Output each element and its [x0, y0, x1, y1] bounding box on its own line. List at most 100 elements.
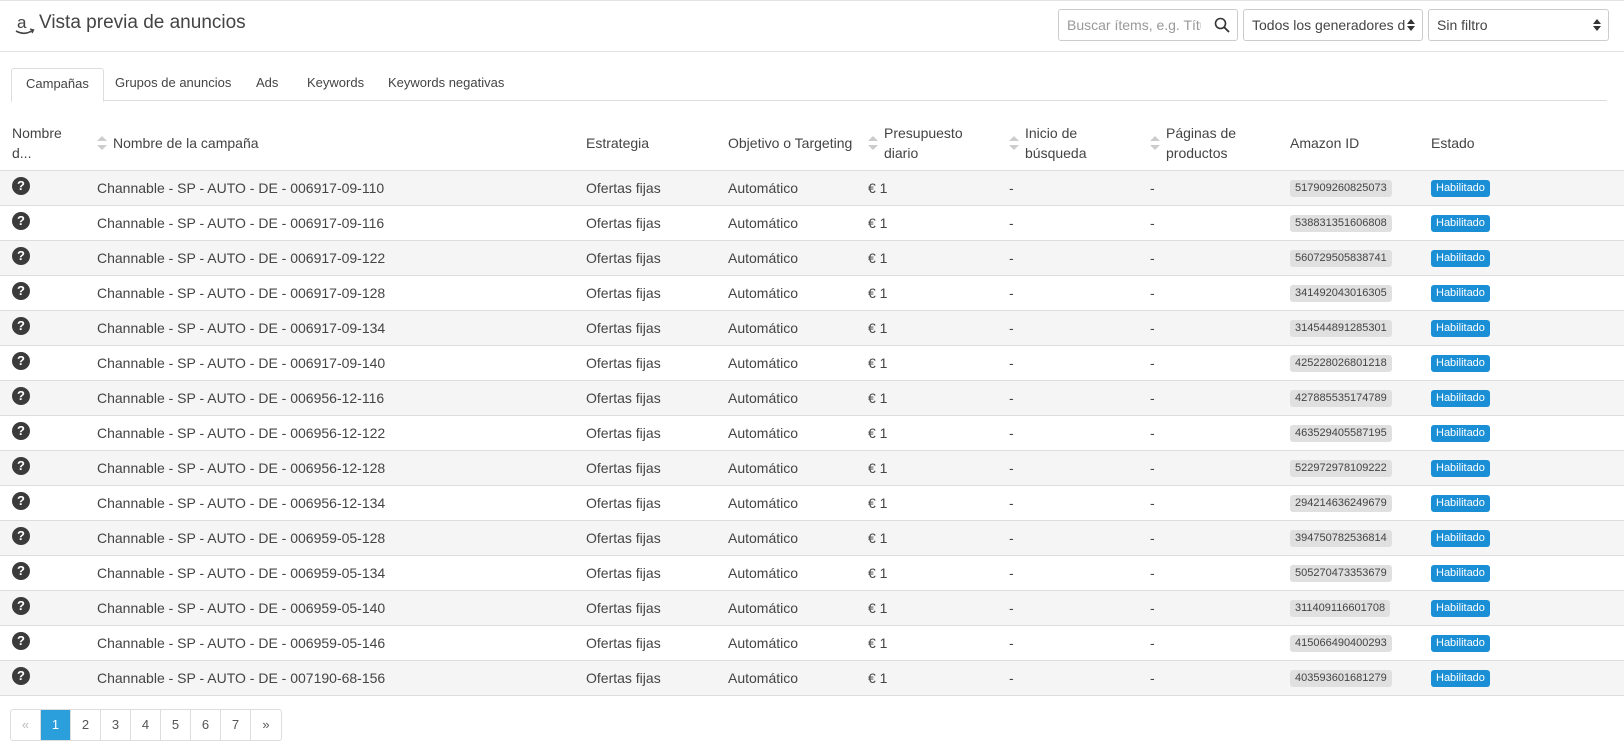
filter-select[interactable]: Sin filtro: [1428, 9, 1609, 41]
status-cell: Habilitado: [1419, 345, 1624, 381]
table-row[interactable]: ? Channable - SP - AUTO - DE - 006956-12-…: [0, 450, 1624, 486]
help-cell: ?: [0, 625, 85, 661]
pagination-page-1[interactable]: 1: [41, 710, 71, 740]
search-box[interactable]: [1058, 9, 1238, 41]
help-icon[interactable]: ?: [12, 351, 30, 370]
tab-grupos-de-anuncios[interactable]: Grupos de anuncios: [101, 68, 245, 101]
search-input[interactable]: [1059, 10, 1209, 40]
pagination-page-4[interactable]: 4: [131, 710, 161, 740]
table-row[interactable]: ? Channable - SP - AUTO - DE - 006917-09-…: [0, 170, 1624, 206]
sort-icon[interactable]: [97, 135, 107, 151]
svg-text:a: a: [17, 13, 27, 32]
help-cell: ?: [0, 275, 85, 311]
sort-icon[interactable]: [1150, 135, 1160, 151]
col-strategy[interactable]: Estrategia: [574, 117, 716, 171]
sort-icon[interactable]: [1009, 135, 1019, 151]
status-cell: Habilitado: [1419, 590, 1624, 626]
search-icon[interactable]: [1214, 17, 1230, 33]
product-pages-cell: -: [1138, 310, 1278, 346]
col-budget[interactable]: Presupuesto diario: [856, 117, 997, 171]
col-target[interactable]: Objetivo o Targeting: [716, 117, 856, 171]
col-search-line1: Inicio de: [1025, 125, 1078, 142]
table-row[interactable]: ? Channable - SP - AUTO - DE - 006959-05-…: [0, 520, 1624, 556]
pagination-page-5[interactable]: 5: [161, 710, 191, 740]
help-icon[interactable]: ?: [12, 386, 30, 405]
help-icon[interactable]: ?: [12, 561, 30, 580]
help-cell: ?: [0, 660, 85, 696]
help-icon[interactable]: ?: [12, 176, 30, 195]
select-caret-icon: [1407, 19, 1415, 31]
amazon-id-cell: 415066490400293: [1278, 625, 1419, 661]
target-cell: Automático: [716, 170, 856, 206]
tab-keywords[interactable]: Keywords: [293, 68, 378, 101]
pagination-page-2[interactable]: 2: [71, 710, 101, 740]
help-icon[interactable]: ?: [12, 526, 30, 545]
table-row[interactable]: ? Channable - SP - AUTO - DE - 006959-05-…: [0, 625, 1624, 661]
help-icon[interactable]: ?: [12, 316, 30, 335]
tab-campanas[interactable]: Campañas: [11, 68, 104, 102]
col-search-start[interactable]: Inicio de búsqueda: [997, 117, 1138, 171]
pagination-page-6[interactable]: 6: [191, 710, 221, 740]
status-cell: Habilitado: [1419, 555, 1624, 591]
amazon-id-cell: 560729505838741: [1278, 240, 1419, 276]
pagination-page-3[interactable]: 3: [101, 710, 131, 740]
table-row[interactable]: ? Channable - SP - AUTO - DE - 006917-09-…: [0, 345, 1624, 381]
help-cell: ?: [0, 240, 85, 276]
help-icon[interactable]: ?: [12, 596, 30, 615]
amazon-id-cell: 294214636249679: [1278, 485, 1419, 521]
table-row[interactable]: ? Channable - SP - AUTO - DE - 006956-12-…: [0, 485, 1624, 521]
product-pages-cell: -: [1138, 205, 1278, 241]
help-icon[interactable]: ?: [12, 211, 30, 230]
amazon-id-badge: 517909260825073: [1290, 180, 1392, 197]
amazon-id-cell: 517909260825073: [1278, 170, 1419, 206]
pagination-prev[interactable]: «: [11, 710, 41, 740]
status-badge: Habilitado: [1431, 215, 1490, 232]
target-cell: Automático: [716, 660, 856, 696]
target-cell: Automático: [716, 520, 856, 556]
tab-keywords-negativas[interactable]: Keywords negativas: [374, 68, 518, 101]
status-badge: Habilitado: [1431, 390, 1490, 407]
amazon-id-badge: 314544891285301: [1290, 320, 1392, 337]
table-row[interactable]: ? Channable - SP - AUTO - DE - 006917-09-…: [0, 205, 1624, 241]
table-row[interactable]: ? Channable - SP - AUTO - DE - 007190-68-…: [0, 660, 1624, 696]
table-row[interactable]: ? Channable - SP - AUTO - DE - 006917-09-…: [0, 310, 1624, 346]
status-cell: Habilitado: [1419, 170, 1624, 206]
status-cell: Habilitado: [1419, 450, 1624, 486]
help-icon[interactable]: ?: [12, 631, 30, 650]
table-row[interactable]: ? Channable - SP - AUTO - DE - 006956-12-…: [0, 415, 1624, 451]
generator-select[interactable]: Todos los generadores d: [1243, 9, 1423, 41]
col-amazon-id[interactable]: Amazon ID: [1278, 117, 1419, 171]
budget-cell: € 1: [856, 415, 997, 451]
budget-cell: € 1: [856, 520, 997, 556]
product-pages-cell: -: [1138, 555, 1278, 591]
pagination-next[interactable]: »: [251, 710, 281, 740]
table-row[interactable]: ? Channable - SP - AUTO - DE - 006959-05-…: [0, 555, 1624, 591]
amazon-id-badge: 341492043016305: [1290, 285, 1392, 302]
help-icon[interactable]: ?: [12, 491, 30, 510]
col-status[interactable]: Estado: [1419, 117, 1624, 171]
amazon-id-badge: 505270473353679: [1290, 565, 1392, 582]
status-badge: Habilitado: [1431, 600, 1490, 617]
help-icon[interactable]: ?: [12, 666, 30, 685]
help-icon[interactable]: ?: [12, 456, 30, 475]
col-nombre-d[interactable]: Nombre d...: [0, 117, 85, 171]
target-cell: Automático: [716, 345, 856, 381]
budget-cell: € 1: [856, 240, 997, 276]
select-caret-icon: [1593, 19, 1601, 31]
help-icon[interactable]: ?: [12, 246, 30, 265]
col-campaign-name[interactable]: Nombre de la campaña: [85, 117, 574, 171]
amazon-id-badge: 560729505838741: [1290, 250, 1392, 267]
help-icon[interactable]: ?: [12, 421, 30, 440]
budget-cell: € 1: [856, 205, 997, 241]
tab-ads[interactable]: Ads: [242, 68, 292, 101]
table-row[interactable]: ? Channable - SP - AUTO - DE - 006917-09-…: [0, 240, 1624, 276]
budget-cell: € 1: [856, 485, 997, 521]
table-row[interactable]: ? Channable - SP - AUTO - DE - 006956-12-…: [0, 380, 1624, 416]
table-row[interactable]: ? Channable - SP - AUTO - DE - 006959-05-…: [0, 590, 1624, 626]
help-icon[interactable]: ?: [12, 281, 30, 300]
sort-icon[interactable]: [868, 135, 878, 151]
pagination-page-7[interactable]: 7: [221, 710, 251, 740]
table-row[interactable]: ? Channable - SP - AUTO - DE - 006917-09-…: [0, 275, 1624, 311]
amazon-id-badge: 522972978109222: [1290, 460, 1392, 477]
col-product-pages[interactable]: Páginas de productos: [1138, 117, 1278, 171]
